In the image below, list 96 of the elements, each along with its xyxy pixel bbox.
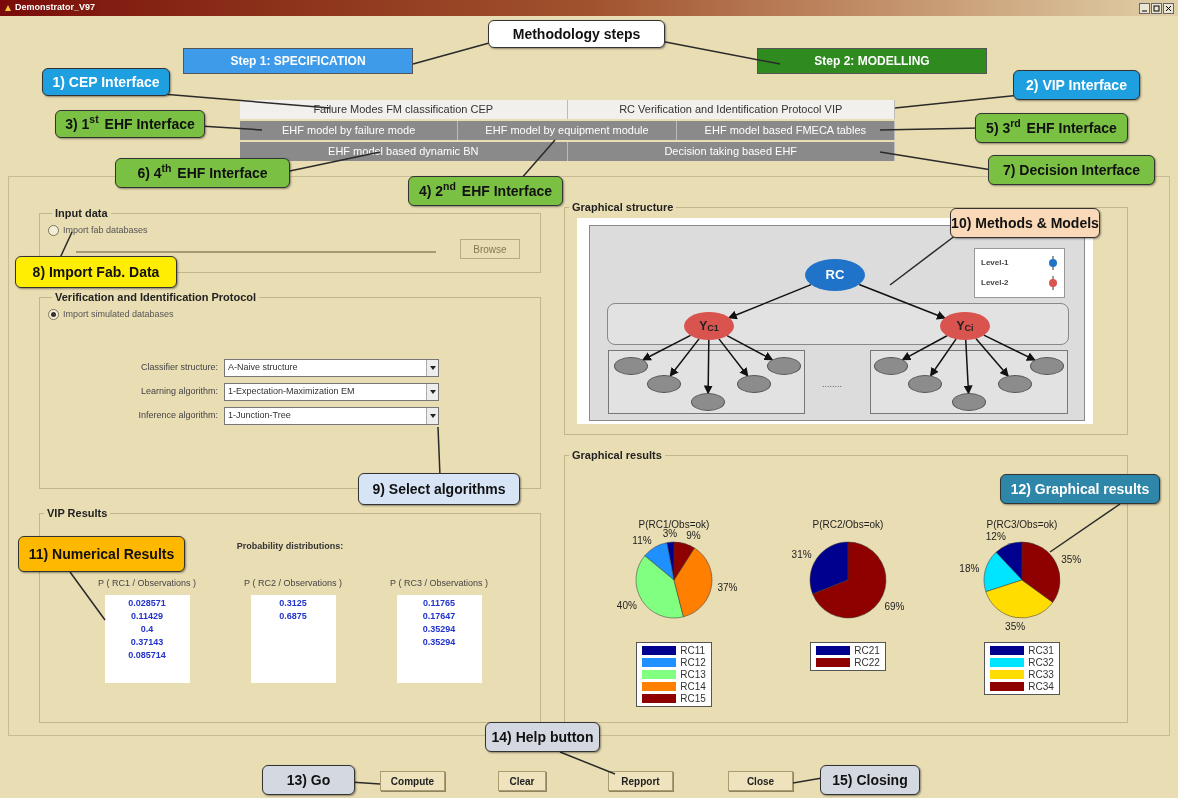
probability-value: 0.028571	[128, 596, 166, 610]
action-button[interactable]: Repport	[608, 771, 673, 791]
chart-title: P(RC1/Obs=ok)	[638, 518, 710, 530]
maximize-icon	[1153, 4, 1160, 12]
action-button[interactable]: Compute	[380, 771, 445, 791]
radio-label: Import simulated databases	[63, 307, 174, 321]
ellipsis: ........	[822, 377, 842, 391]
leader-line	[559, 751, 616, 775]
radio-button[interactable]	[48, 224, 59, 236]
action-button[interactable]: Clear	[498, 771, 546, 791]
legend-label: RC21	[854, 644, 880, 656]
legend-label: RC32	[1028, 656, 1054, 668]
results-subtitle: Probability distributions:	[235, 539, 345, 553]
column-header: P ( RC3 / Observations )	[390, 577, 488, 590]
maximize-button[interactable]	[1151, 2, 1162, 14]
field-label: Inference algorithm:	[137, 409, 219, 423]
callout: Methodology steps	[488, 20, 665, 48]
probability-value: 0.3125	[279, 596, 307, 610]
probability-value: 0.35294	[422, 635, 456, 649]
callout: 3) 1$^{st}$ EHF Interface	[55, 110, 205, 138]
legend-label: RC34	[1028, 680, 1054, 692]
dropdown[interactable]: 1-Expectation-Maximization EM	[224, 383, 439, 401]
callout: 2) VIP Interface	[1013, 70, 1140, 100]
data-label: 31%	[791, 548, 812, 560]
step-banner: Step 2: MODELLING	[757, 48, 987, 74]
data-label: 18%	[959, 562, 980, 574]
probability-value: 0.35294	[422, 622, 456, 636]
legend-label: Level-1	[981, 256, 1009, 269]
callout: 14) Help button	[485, 722, 600, 752]
callout: 4) 2$^{nd}$ EHF Interface	[408, 176, 563, 206]
callout: 8) Import Fab. Data	[15, 256, 177, 288]
callout: 7) Decision Interface	[988, 155, 1155, 185]
caret-icon	[429, 366, 436, 370]
legend-label: RC22	[854, 656, 880, 668]
chart-title: P(RC3/Obs=ok)	[986, 518, 1058, 530]
callout: 9) Select algorithms	[358, 473, 520, 505]
close-icon	[1165, 4, 1172, 12]
callout: 13) Go	[262, 765, 355, 795]
legend-label: RC33	[1028, 668, 1054, 680]
field-label: Learning algorithm:	[139, 385, 219, 399]
callout: 12) Graphical results	[1000, 474, 1160, 504]
radio-label: Import fab databases	[63, 223, 148, 237]
data-label: 40%	[616, 599, 637, 611]
arrow	[703, 338, 713, 394]
legend-label: RC13	[680, 668, 706, 680]
column-header: P ( RC1 / Observations )	[98, 577, 196, 590]
group-title: Graphical results	[571, 448, 663, 463]
legend-label: RC15	[680, 692, 706, 704]
field-label: Classifier structure:	[139, 361, 219, 375]
column-header: P ( RC2 / Observations )	[244, 577, 342, 590]
probability-value: 0.11765	[422, 596, 455, 610]
legend-label: RC12	[680, 656, 706, 668]
data-label: 35%	[1005, 620, 1026, 632]
legend-label: RC31	[1028, 644, 1054, 656]
probability-value: 0.6875	[279, 609, 307, 623]
group-title: Graphical structure	[571, 200, 675, 215]
legend-label: RC14	[680, 680, 706, 692]
data-label: 3%	[662, 527, 678, 539]
probability-value: 0.17647	[422, 609, 456, 623]
callout: 1) CEP Interface	[42, 68, 170, 96]
data-label: 35%	[1061, 553, 1082, 565]
close-button[interactable]	[1163, 2, 1174, 14]
action-button[interactable]: Close	[728, 771, 793, 791]
data-label: 37%	[717, 581, 738, 593]
probability-value: 0.37143	[130, 635, 164, 649]
legend-label: Level-2	[981, 276, 1009, 289]
data-label: 11%	[632, 534, 652, 546]
callout: 10) Methods & Models	[950, 208, 1100, 238]
probability-value: 0.4	[140, 622, 154, 636]
probability-value: 0.085714	[128, 648, 166, 662]
leader-line	[69, 571, 106, 621]
dropdown[interactable]: 1-Junction-Tree	[224, 407, 439, 425]
probability-value: 0.11429	[130, 609, 163, 623]
window-title: Demonstrator_V97	[15, 1, 96, 15]
chart-title: P(RC2/Obs=ok)	[812, 518, 884, 530]
callout: 5) 3$^{rd}$ EHF Interface	[975, 113, 1128, 143]
app-icon	[4, 4, 12, 12]
group-title: VIP Results	[46, 506, 109, 521]
legend-label: RC11	[680, 644, 706, 656]
group-title: Verification and Identification Protocol	[54, 290, 258, 305]
data-label: 9%	[686, 529, 701, 541]
interface-tab[interactable]: RC Verification and Identification Protocol VIP	[567, 100, 895, 119]
arrow	[963, 338, 973, 394]
radio-button[interactable]	[48, 308, 59, 320]
step-banner: Step 1: SPECIFICATION	[183, 48, 413, 74]
callout: 11) Numerical Results	[18, 536, 185, 572]
caret-icon	[429, 390, 436, 394]
callout: 6) 4$^{th}$ EHF Interface	[115, 158, 290, 188]
minimize-button[interactable]	[1139, 2, 1150, 14]
leader-line	[792, 777, 823, 784]
caret-icon	[429, 414, 436, 418]
dropdown[interactable]: A-Naive structure	[224, 359, 439, 377]
data-label: 12%	[985, 530, 1006, 542]
group-title: Input data	[54, 206, 109, 221]
data-label: 69%	[884, 600, 905, 612]
callout: 15) Closing	[820, 765, 920, 795]
